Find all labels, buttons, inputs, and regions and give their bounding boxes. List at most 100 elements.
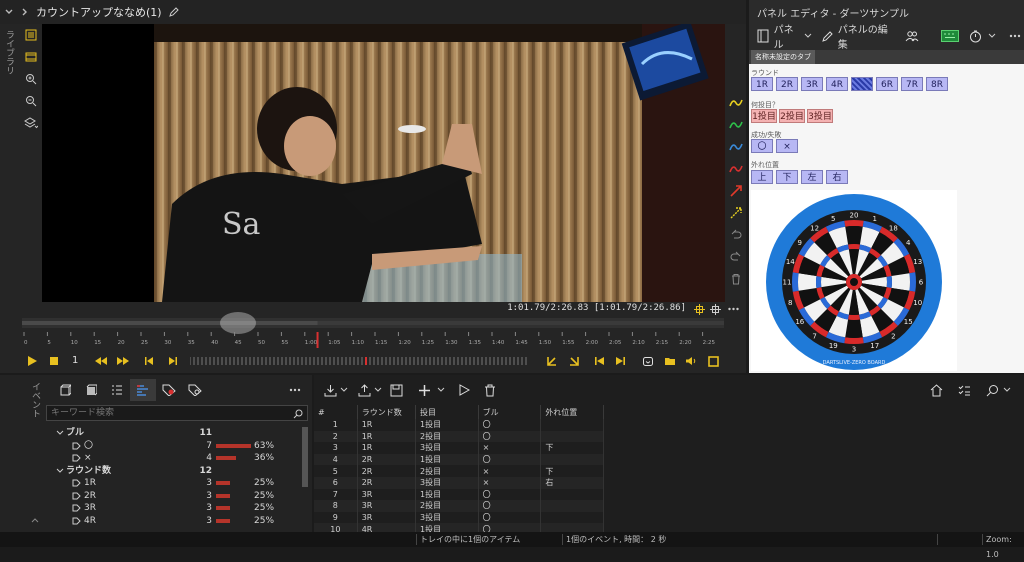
trash-icon[interactable] <box>726 268 746 290</box>
chevron-down-icon[interactable] <box>1002 380 1012 400</box>
table-row[interactable]: 1 1R 1投目〇 <box>314 419 604 431</box>
keyword-search-input[interactable] <box>47 406 287 420</box>
chevron-down-icon[interactable] <box>436 380 446 400</box>
go-start-icon[interactable] <box>592 353 608 369</box>
chevron-down-icon[interactable] <box>56 465 64 477</box>
table-row[interactable]: 8 3R 2投目〇 <box>314 500 604 512</box>
edit-panel-label[interactable]: パネルの編集 <box>838 21 894 51</box>
miss-button-1[interactable]: 下 <box>776 170 798 184</box>
undo-icon[interactable] <box>726 224 746 246</box>
tree-item-row[interactable]: 4R 3 25% <box>56 515 308 528</box>
table-row[interactable]: 4 2R 1投目〇 <box>314 453 604 466</box>
tag-heart-icon[interactable] <box>156 379 182 401</box>
timeline-ruler[interactable]: 0 5 10 15 20 25 30 35 40 45 50 55 1:00 1:05 1:10 1:15 1:… <box>22 332 724 348</box>
export-icon[interactable] <box>354 380 374 400</box>
miss-button-0[interactable]: 上 <box>751 170 773 184</box>
stop-icon[interactable] <box>46 353 62 369</box>
chevron-right-icon[interactable] <box>18 3 32 21</box>
timer-icon[interactable] <box>965 25 986 47</box>
cube-solid-icon[interactable] <box>78 379 104 401</box>
table-row[interactable]: 6 2R 3投目 × 右 <box>314 476 604 489</box>
pen-green-icon[interactable] <box>726 114 746 136</box>
tree-item-row[interactable]: 1R 3 25% <box>56 477 308 490</box>
round-button-0[interactable]: 1R <box>751 77 773 91</box>
more-icon[interactable] <box>284 379 306 401</box>
play-outline-icon[interactable] <box>454 380 474 400</box>
volume-icon[interactable] <box>683 353 699 369</box>
arrow-yellow-icon[interactable] <box>726 202 746 224</box>
keyboard-icon[interactable] <box>939 25 962 47</box>
mark-out-icon[interactable] <box>566 353 582 369</box>
film-strip-icon[interactable] <box>20 46 42 68</box>
chevron-down-icon[interactable] <box>56 427 64 439</box>
step-back-icon[interactable] <box>92 353 110 369</box>
tree-item-row[interactable]: 3R 3 25% <box>56 502 308 515</box>
video-frame[interactable]: Sa <box>42 24 725 302</box>
loop-icon[interactable] <box>640 353 656 369</box>
checklist-icon[interactable] <box>954 380 974 400</box>
round-button-2[interactable]: 3R <box>801 77 823 91</box>
go-end-icon[interactable] <box>612 353 628 369</box>
seek-knob[interactable] <box>219 312 256 334</box>
miss-button-3[interactable]: 右 <box>826 170 848 184</box>
round-button-5[interactable]: 6R <box>876 77 898 91</box>
more-icon[interactable] <box>1005 25 1024 47</box>
round-button-4[interactable]: 5R <box>851 77 873 91</box>
panel-icon[interactable] <box>753 25 774 47</box>
frame-forward-icon[interactable] <box>164 353 180 369</box>
move-frame-icon[interactable] <box>708 302 722 316</box>
layers-icon[interactable] <box>20 112 42 134</box>
result-button-0[interactable]: 〇 <box>751 139 773 153</box>
chevron-down-icon[interactable] <box>373 380 383 400</box>
redo-icon[interactable] <box>726 246 746 268</box>
bar-chart-icon[interactable] <box>130 379 156 401</box>
table-row[interactable]: 9 3R 3投目〇 <box>314 511 604 524</box>
playhead-marker[interactable] <box>316 332 319 348</box>
event-side-label[interactable]: イベント <box>28 382 42 418</box>
frame-back-icon[interactable] <box>142 353 158 369</box>
throw-button-0[interactable]: 1投目 <box>751 109 777 123</box>
chevron-down-icon[interactable] <box>986 25 997 47</box>
import-icon[interactable] <box>320 380 340 400</box>
edit-panel-icon[interactable] <box>819 25 838 47</box>
table-row[interactable]: 5 2R 2投目 × 下 <box>314 465 604 477</box>
cube-icon[interactable] <box>52 379 78 401</box>
chevron-down-icon[interactable] <box>0 3 18 21</box>
zoom-in-icon[interactable] <box>20 68 42 90</box>
miss-button-2[interactable]: 左 <box>801 170 823 184</box>
trash-icon[interactable] <box>480 380 500 400</box>
pencil-icon[interactable] <box>166 3 182 21</box>
round-button-7[interactable]: 8R <box>926 77 948 91</box>
chevron-down-icon[interactable] <box>339 380 349 400</box>
table-header-cell[interactable]: # <box>314 405 358 419</box>
panel-menu-label[interactable]: パネル <box>774 21 802 51</box>
folder-icon[interactable] <box>662 353 678 369</box>
people-icon[interactable] <box>902 25 923 47</box>
round-button-1[interactable]: 2R <box>776 77 798 91</box>
round-button-6[interactable]: 7R <box>901 77 923 91</box>
throw-button-2[interactable]: 3投目 <box>807 109 833 123</box>
dartboard-image[interactable]: 20 1 18 4 13 6 10 15 2 17 3 19 7 16 8 11 14 9 12 5 DARTSLIVE… <box>751 190 957 371</box>
round-button-3[interactable]: 4R <box>826 77 848 91</box>
pen-blue-icon[interactable] <box>726 136 746 158</box>
table-row[interactable]: 2 1R 2投目〇 <box>314 430 604 443</box>
tree-item-row[interactable]: 〇 7 63% <box>56 440 308 453</box>
arrow-red-icon[interactable] <box>726 180 746 202</box>
table-row[interactable]: 7 3R 1投目〇 <box>314 488 604 501</box>
table-header-cell[interactable]: 外れ位置 <box>540 405 604 419</box>
pen-red-icon[interactable] <box>726 158 746 180</box>
fullscreen-icon[interactable] <box>705 353 721 369</box>
jog-wheel[interactable] <box>190 355 530 367</box>
zoom-out-icon[interactable] <box>20 90 42 112</box>
tree-group-row[interactable]: ラウンド数 12 <box>56 465 308 478</box>
step-forward-icon[interactable] <box>114 353 132 369</box>
home-icon[interactable] <box>926 380 946 400</box>
play-icon[interactable] <box>24 353 40 369</box>
table-header-cell[interactable]: ブル <box>478 405 542 419</box>
table-header-cell[interactable]: ラウンド数 <box>357 405 417 419</box>
speed-value[interactable]: 1 <box>72 355 78 366</box>
chevron-up-icon[interactable] <box>28 513 42 527</box>
more-icon[interactable] <box>726 302 740 316</box>
tree-item-row[interactable]: × 4 36% <box>56 452 308 465</box>
library-side-label[interactable]: ライブラリ <box>2 30 16 75</box>
